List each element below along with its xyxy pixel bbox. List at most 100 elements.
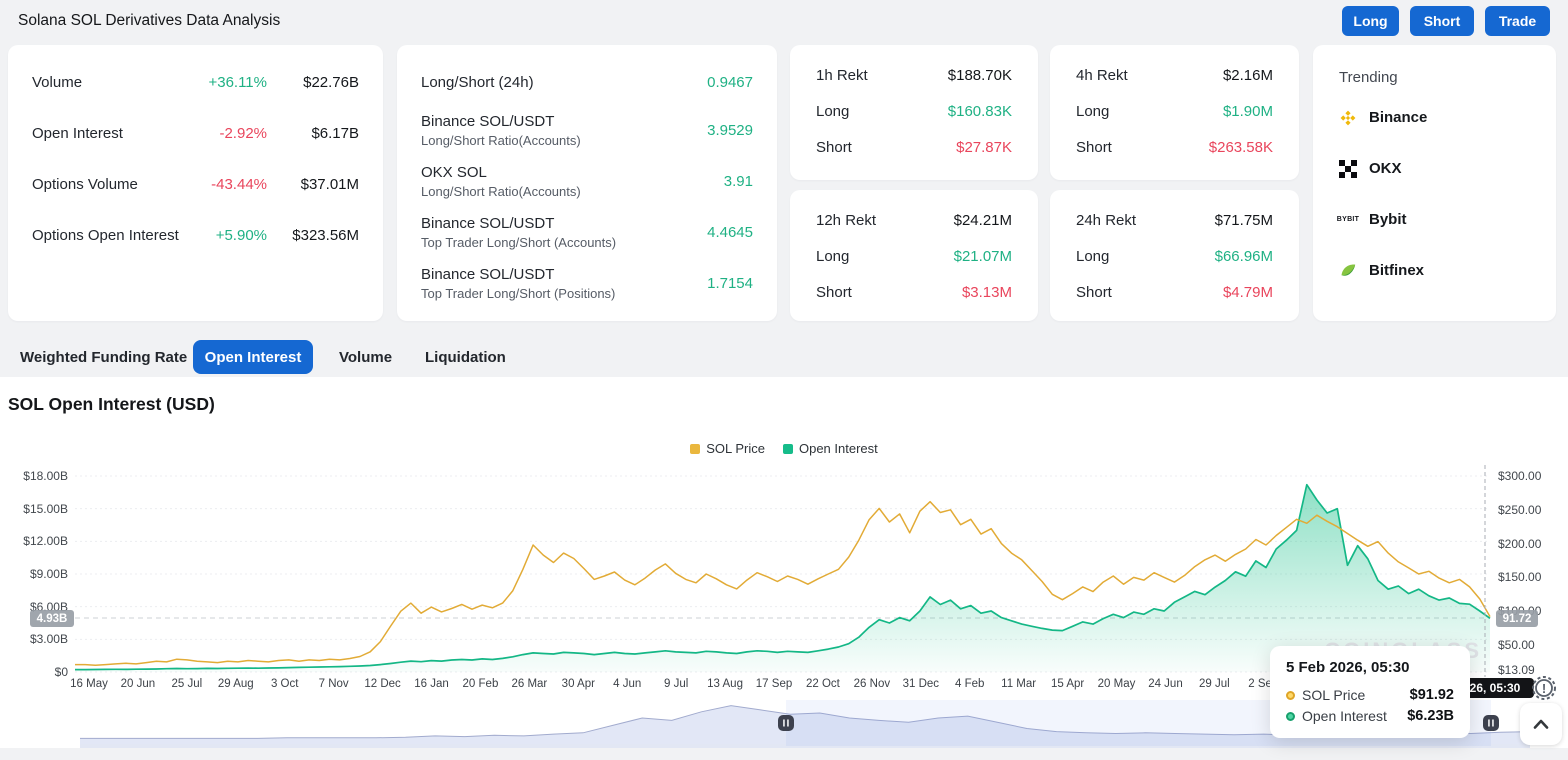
trending-item-label: Binance: [1369, 109, 1427, 126]
navigator-right-handle[interactable]: [1483, 715, 1499, 731]
right-axis-tick-label: $300.00: [1498, 469, 1541, 483]
stat-row-volume: Volume +36.11% $22.76B: [8, 57, 383, 108]
ratio-label: Binance SOL/USDT: [421, 215, 616, 232]
ratio-label: Binance SOL/USDT: [421, 113, 581, 130]
trending-item-label: Bitfinex: [1369, 262, 1424, 279]
rekt-total: $24.21M: [954, 212, 1012, 229]
bottom-strip: [0, 748, 1568, 760]
ratio-value: 1.7154: [707, 275, 753, 292]
left-axis-tick-label: $9.00B: [14, 567, 68, 581]
trending-item-okx[interactable]: OKX: [1313, 143, 1556, 194]
tooltip-label: SOL Price: [1302, 687, 1365, 703]
trending-item-label: OKX: [1369, 160, 1402, 177]
trending-item-label: Bybit: [1369, 211, 1407, 228]
bitfinex-icon: [1339, 262, 1357, 280]
trending-item-bitfinex[interactable]: Bitfinex: [1313, 245, 1556, 296]
rekt-total: $188.70K: [948, 67, 1012, 84]
tab-liquidation[interactable]: Liquidation: [425, 340, 506, 374]
okx-icon: [1339, 160, 1357, 178]
trending-item-binance[interactable]: Binance: [1313, 92, 1556, 143]
legend-item-sol-price[interactable]: SOL Price: [690, 441, 765, 456]
rekt-title: 12h Rekt: [816, 212, 876, 229]
ratio-row-toptrader-accounts: Binance SOL/USDT Top Trader Long/Short (…: [397, 207, 777, 258]
stat-label: Options Volume: [32, 176, 138, 193]
stat-change: +36.11%: [208, 74, 267, 91]
tooltip-label: Open Interest: [1302, 708, 1387, 724]
ratio-row-binance-accounts: Binance SOL/USDT Long/Short Ratio(Accoun…: [397, 105, 777, 156]
chart-title: SOL Open Interest (USD): [8, 394, 215, 415]
stat-label: Options Open Interest: [32, 227, 179, 244]
stat-value: $37.01M: [267, 176, 359, 193]
ratio-sublabel: Long/Short Ratio(Accounts): [421, 133, 581, 148]
tooltip-row-open-interest: Open Interest $6.23B: [1286, 708, 1454, 724]
left-axis-tick-label: $0: [14, 665, 68, 679]
rekt-card-1h: 1h Rekt $188.70K Long $160.83K Short $27.87…: [790, 45, 1038, 180]
ratio-row-okx-accounts: OKX SOL Long/Short Ratio(Accounts) 3.91: [397, 156, 777, 207]
trending-title: Trending: [1313, 45, 1556, 92]
sol-price-swatch: [690, 444, 700, 454]
right-axis-tick-label: $200.00: [1498, 537, 1541, 551]
rekt-short-value: $4.79M: [1223, 284, 1273, 301]
rekt-short-label: Short: [816, 139, 852, 156]
sol-price-dot-icon: [1286, 691, 1295, 700]
right-axis-tick-label: $50.00: [1498, 638, 1535, 652]
rekt-short-value: $27.87K: [956, 139, 1012, 156]
rekt-title: 24h Rekt: [1076, 212, 1136, 229]
ratios-card: Long/Short (24h) 0.9467 Binance SOL/USDT…: [397, 45, 777, 321]
rekt-total: $2.16M: [1223, 67, 1273, 84]
trending-item-bybit[interactable]: BYBIT Bybit: [1313, 194, 1556, 245]
binance-icon: [1339, 109, 1357, 127]
left-axis-tick-label: $18.00B: [14, 469, 68, 483]
ratio-value: 3.91: [724, 173, 753, 190]
rekt-short-label: Short: [1076, 284, 1112, 301]
legend-label: Open Interest: [799, 441, 878, 456]
ratio-label: Long/Short (24h): [421, 74, 534, 91]
svg-text:!: !: [1542, 681, 1546, 696]
stat-row-open-interest: Open Interest -2.92% $6.17B: [8, 108, 383, 159]
ratio-sublabel: Top Trader Long/Short (Accounts): [421, 235, 616, 250]
ratio-row-24h: Long/Short (24h) 0.9467: [397, 59, 777, 105]
left-axis-tick-label: $15.00B: [14, 502, 68, 516]
right-axis-tick-label: $250.00: [1498, 503, 1541, 517]
settings-gear-icon[interactable]: !: [1527, 671, 1561, 705]
navigator-left-handle[interactable]: [778, 715, 794, 731]
chart-tooltip: 5 Feb 2026, 05:30 SOL Price $91.92 Open …: [1270, 646, 1470, 738]
ratio-sublabel: Long/Short Ratio(Accounts): [421, 184, 581, 199]
legend-item-open-interest[interactable]: Open Interest: [783, 441, 878, 456]
short-button[interactable]: Short: [1410, 6, 1474, 36]
ratio-row-toptrader-positions: Binance SOL/USDT Top Trader Long/Short (…: [397, 258, 777, 309]
long-button[interactable]: Long: [1342, 6, 1399, 36]
rekt-long-value: $1.90M: [1223, 103, 1273, 120]
left-axis-tick-label: $12.00B: [14, 534, 68, 548]
tooltip-value: $6.23B: [1407, 708, 1454, 724]
rekt-long-value: $160.83K: [948, 103, 1012, 120]
tooltip-date: 5 Feb 2026, 05:30: [1286, 659, 1454, 676]
series-group: [75, 485, 1490, 672]
ratio-label: Binance SOL/USDT: [421, 266, 615, 283]
rekt-title: 1h Rekt: [816, 67, 868, 84]
open-interest-dot-icon: [1286, 712, 1295, 721]
ratio-value: 4.4645: [707, 224, 753, 241]
rekt-card-24h: 24h Rekt$71.75M Long$66.96M Short$4.79M: [1050, 190, 1299, 321]
rekt-card-12h: 12h Rekt$24.21M Long$21.07M Short$3.13M: [790, 190, 1038, 321]
trade-button[interactable]: Trade: [1485, 6, 1550, 36]
trending-card: Trending Binance OKX BYBIT: [1313, 45, 1556, 321]
scroll-to-top-button[interactable]: [1520, 703, 1562, 745]
stat-value: $22.76B: [267, 74, 359, 91]
rekt-long-value: $66.96M: [1215, 248, 1273, 265]
ratio-sublabel: Top Trader Long/Short (Positions): [421, 286, 615, 301]
stat-label: Open Interest: [32, 125, 123, 142]
ratio-value: 3.9529: [707, 122, 753, 139]
chart-panel: SOL Open Interest (USD) SOL Price Open I…: [0, 377, 1568, 748]
tab-weighted-funding-rate[interactable]: Weighted Funding Rate: [20, 340, 187, 374]
tab-volume[interactable]: Volume: [339, 340, 392, 374]
rekt-long-label: Long: [816, 103, 849, 120]
tab-open-interest[interactable]: Open Interest: [193, 340, 313, 374]
current-price-badge: 91.72: [1496, 610, 1538, 627]
ratio-value: 0.9467: [707, 74, 753, 91]
rekt-short-value: $263.58K: [1209, 139, 1273, 156]
tooltip-value: $91.92: [1410, 687, 1454, 703]
left-axis-tick-label: $3.00B: [14, 632, 68, 646]
stat-value: $323.56M: [267, 227, 359, 244]
tooltip-row-sol-price: SOL Price $91.92: [1286, 687, 1454, 703]
